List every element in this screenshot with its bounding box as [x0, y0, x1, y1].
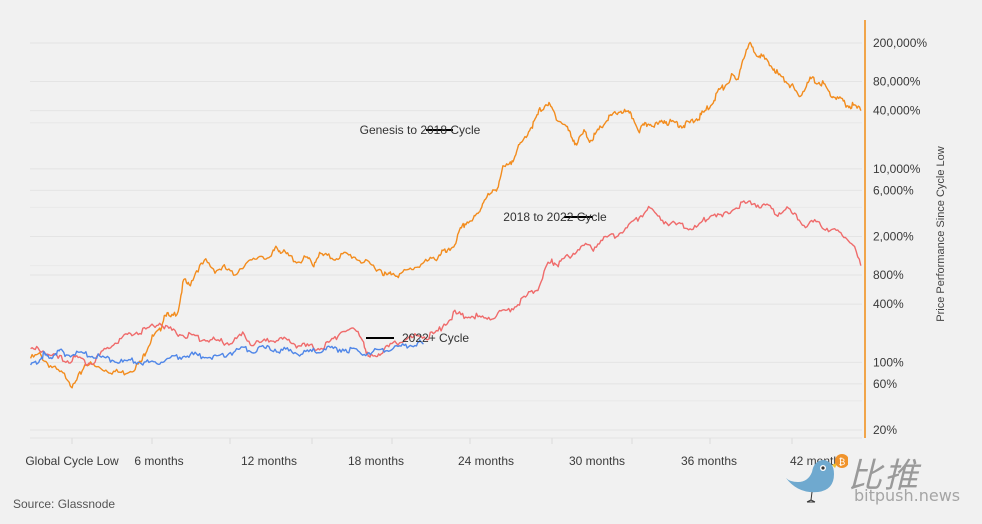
y-tick-label: 10,000%: [873, 162, 921, 176]
chart: 200,000% 80,000% 40,000% 10,000% 6,000% 2,000…: [25, 20, 947, 468]
bird-logo-icon: ₿: [786, 454, 848, 503]
x-tick-label: 12 months: [241, 454, 297, 468]
y-tick-label: 100%: [873, 355, 904, 369]
x-tick-label: 24 months: [458, 454, 514, 468]
annotation-label: Genesis to 2018 Cycle: [360, 123, 481, 137]
y-tick-label: 800%: [873, 268, 904, 282]
x-tick-label: Global Cycle Low: [25, 454, 119, 468]
y-tick-labels: 200,000% 80,000% 40,000% 10,000% 6,000% 2,000…: [873, 36, 927, 437]
x-tick-labels: Global Cycle Low 6 months 12 months 18 mont…: [25, 454, 846, 468]
y-axis-title: Price Performance Since Cycle Low: [935, 146, 947, 322]
x-tick-label: 36 months: [681, 454, 737, 468]
y-tick-label: 200,000%: [873, 36, 927, 50]
y-tick-label: 80,000%: [873, 75, 921, 89]
y-tick-label: 2,000%: [873, 230, 914, 244]
source-note: Source: Glassnode: [13, 497, 116, 511]
x-tick-label: 18 months: [348, 454, 404, 468]
annotations: Genesis to 2018 Cycle 2018 to 2022 Cycle 2…: [360, 123, 607, 345]
gridlines: [30, 42, 862, 431]
svg-text:₿: ₿: [839, 457, 846, 468]
y-tick-label: 20%: [873, 423, 897, 437]
y-tick-label: 60%: [873, 377, 897, 391]
y-tick-label: 40,000%: [873, 104, 921, 118]
x-ticks: [71, 438, 793, 444]
y-tick-label: 6,000%: [873, 183, 914, 197]
x-tick-label: 30 months: [569, 454, 625, 468]
x-tick-label: 6 months: [134, 454, 183, 468]
y-tick-label: 400%: [873, 297, 904, 311]
annotation-label: 2018 to 2022 Cycle: [503, 210, 607, 224]
annotation-label: 2022+ Cycle: [402, 331, 469, 345]
watermark-en: bitpush.news: [854, 486, 961, 505]
watermark: ₿ 比推 bitpush.news: [778, 448, 978, 508]
